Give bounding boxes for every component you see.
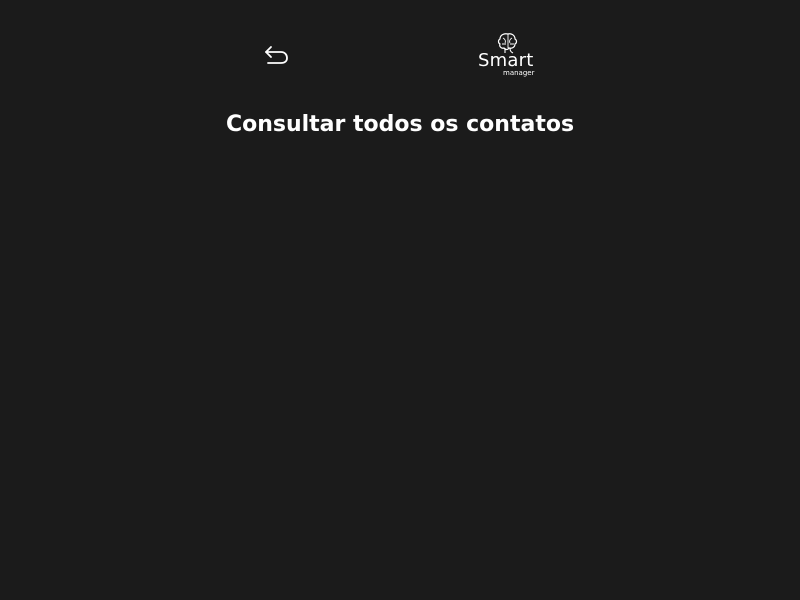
logo-name: Smart — [478, 50, 534, 71]
back-arrow-icon — [265, 46, 288, 64]
app-screen: Smart manager Consultar todos os contato… — [0, 0, 800, 600]
page-title: Consultar todos os contatos — [225, 112, 575, 137]
back-button[interactable] — [258, 40, 294, 70]
smart-manager-logo: Smart manager — [474, 32, 546, 80]
logo-subtitle: manager — [503, 69, 535, 77]
